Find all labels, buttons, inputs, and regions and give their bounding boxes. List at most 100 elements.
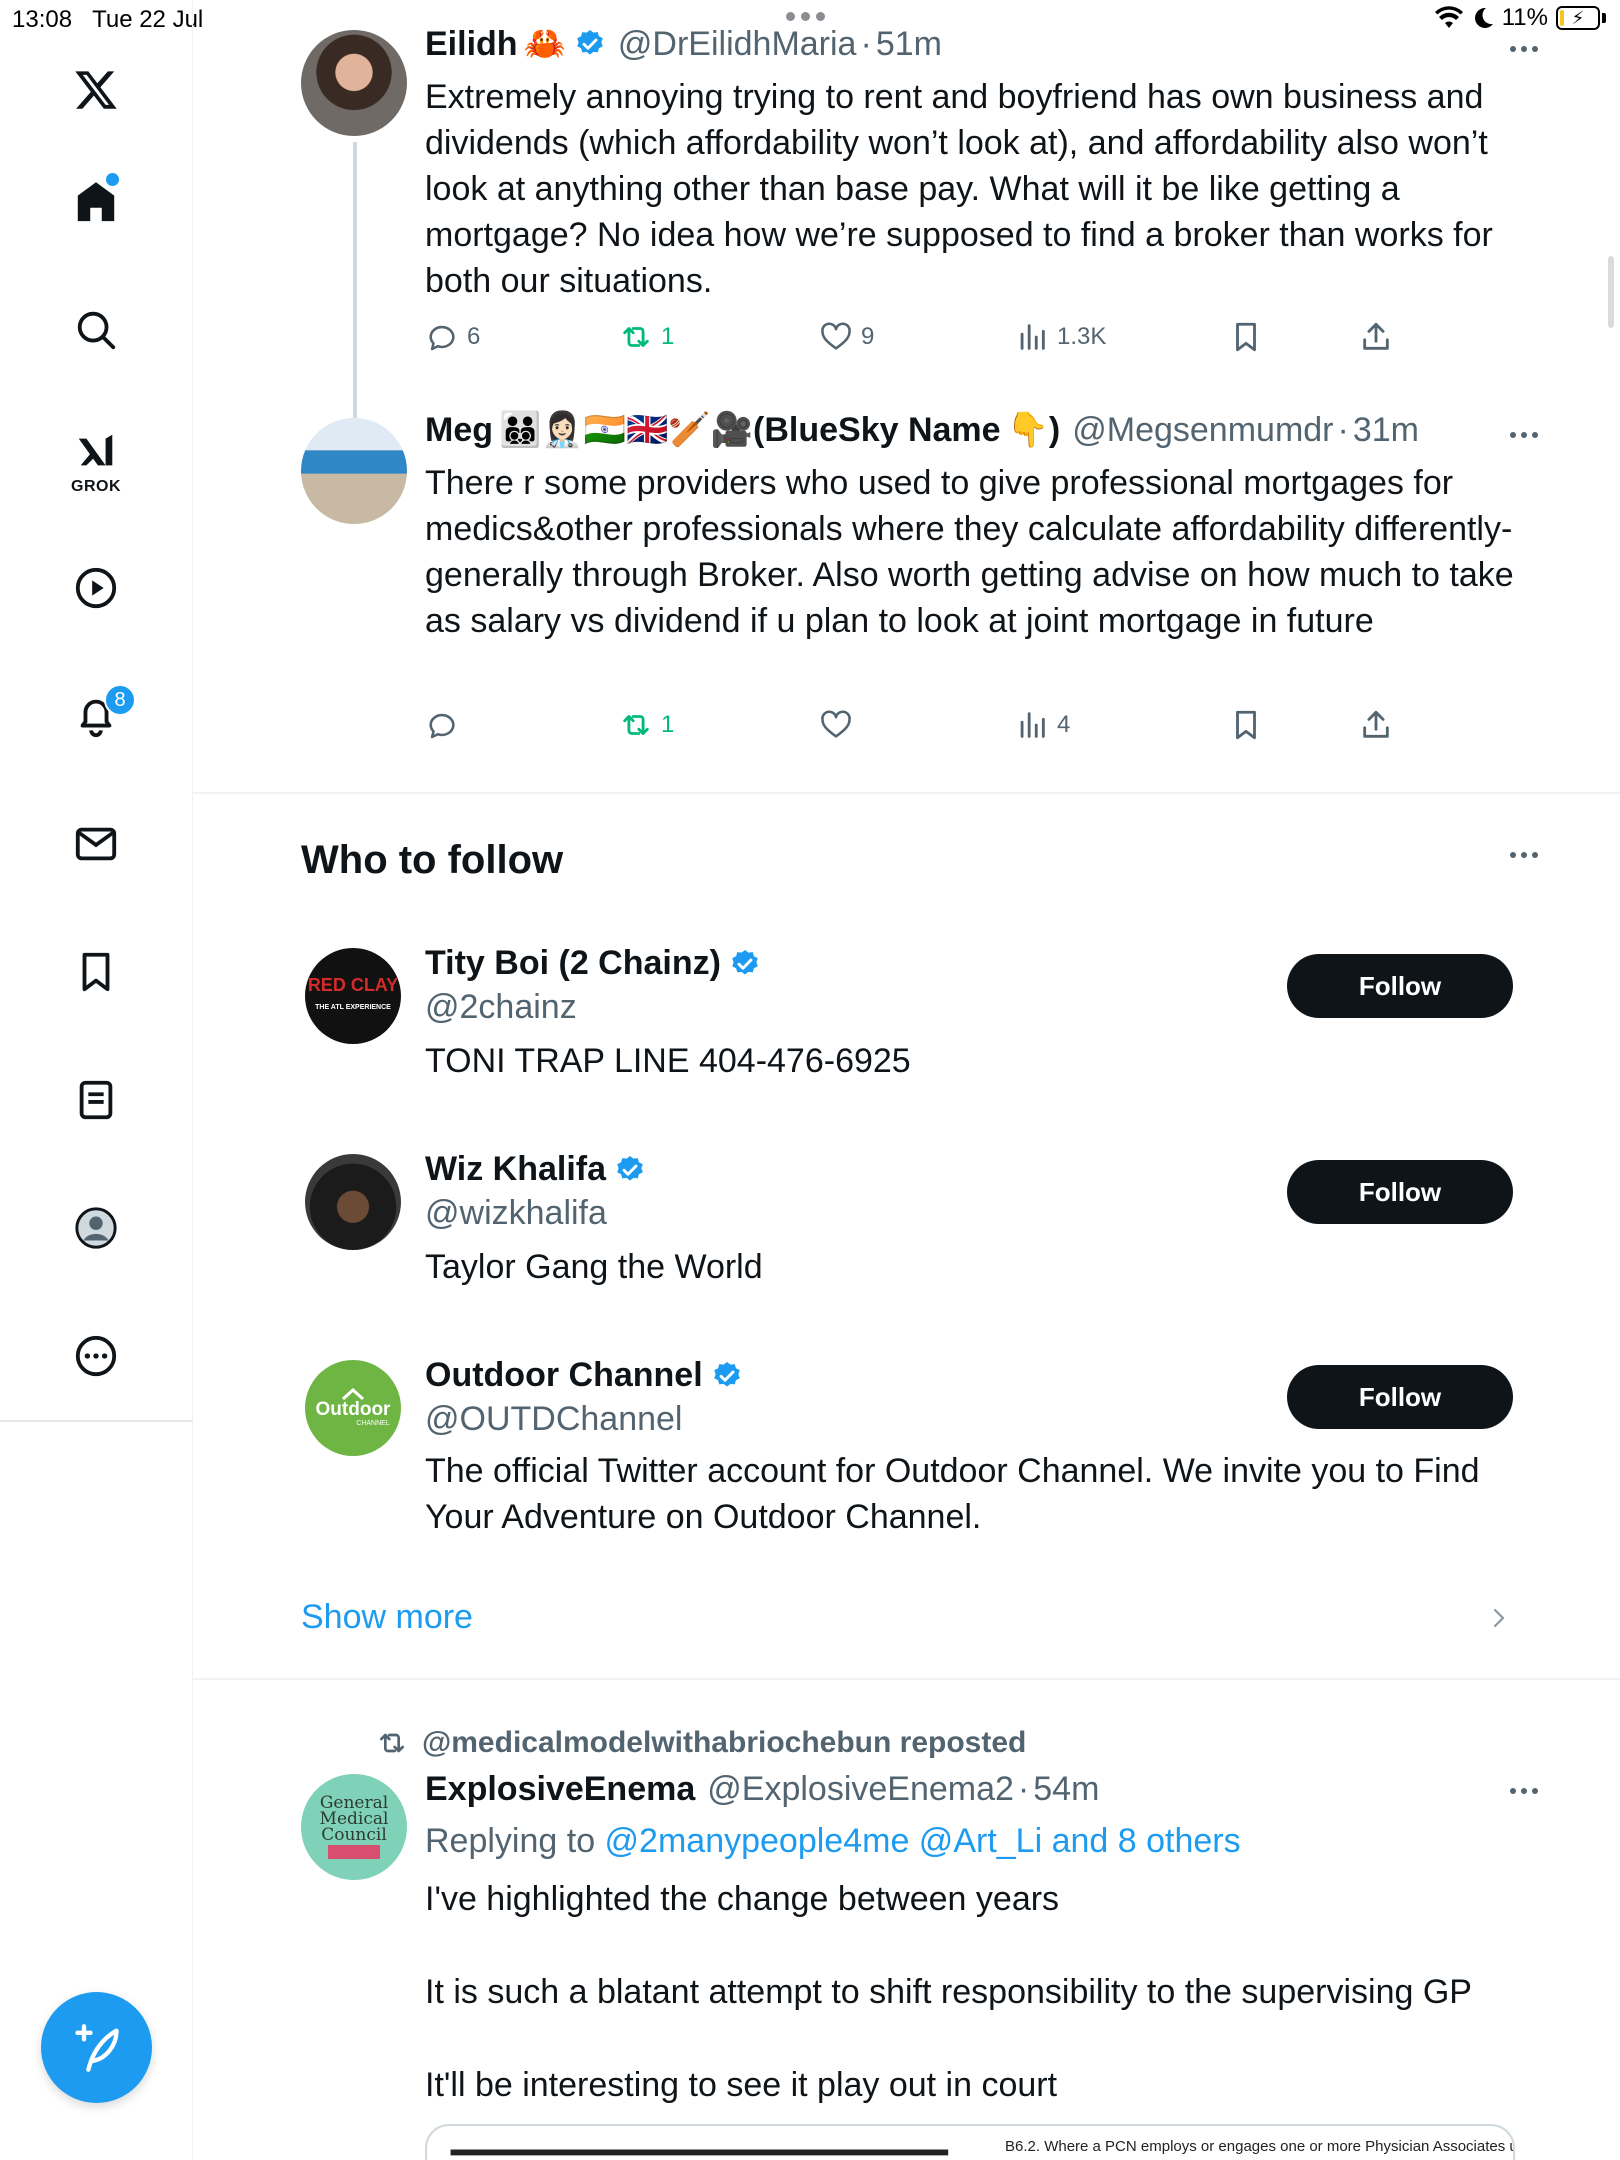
like-button[interactable]: 9 bbox=[819, 320, 874, 354]
lists-icon[interactable] bbox=[68, 1072, 124, 1128]
follow-button[interactable]: Follow bbox=[1287, 1160, 1513, 1224]
repost-button[interactable]: 1 bbox=[619, 320, 674, 354]
who-to-follow-more-icon[interactable] bbox=[1510, 852, 1538, 858]
post-time[interactable]: 54m bbox=[1033, 1770, 1099, 1809]
follow-bio: TONI TRAP LINE 404-476-6925 bbox=[425, 1042, 911, 1080]
reply-count: 6 bbox=[467, 323, 481, 350]
post-paragraph: It'll be interesting to see it play out … bbox=[425, 2066, 1058, 2104]
profile-avatar-icon[interactable] bbox=[68, 1200, 124, 1256]
follow-name-text[interactable]: Wiz Khalifa bbox=[425, 1150, 606, 1189]
chevron-right-icon[interactable] bbox=[1489, 1604, 1509, 1632]
post-header: ExplosiveEnema @ExplosiveEnema2 · 54m bbox=[425, 1770, 1100, 1809]
post-time[interactable]: 31m bbox=[1353, 411, 1419, 450]
post-time[interactable]: 51m bbox=[876, 25, 942, 64]
reposter-text[interactable]: @medicalmodelwithabriochebun reposted bbox=[422, 1726, 1026, 1760]
post-more-icon[interactable] bbox=[1510, 432, 1538, 438]
avatar-stamp bbox=[328, 1845, 380, 1859]
embed-cut-text: ▔▔▔▔▔▔▔▔▔▔▔▔▔▔▔▔▔ bbox=[451, 2150, 948, 2160]
follow-name: Tity Boi (2 Chainz) bbox=[425, 944, 761, 983]
embed-text: B6.2. Where a PCN employs or engages one… bbox=[1005, 2138, 1515, 2155]
avatar-outdoor-text: Outdoor bbox=[315, 1399, 391, 1420]
notifications-badge: 8 bbox=[104, 684, 136, 716]
home-unread-dot bbox=[106, 173, 119, 186]
follow-name-text[interactable]: Tity Boi (2 Chainz) bbox=[425, 944, 721, 983]
post-header: Meg 🧑‍🧑‍🧒‍🧒👩🏻‍⚕️🇮🇳🇬🇧🏏🎥 (BlueSky Name 👇 )… bbox=[425, 410, 1419, 450]
follow-button[interactable]: Follow bbox=[1287, 1365, 1513, 1429]
author-handle[interactable]: @ExplosiveEnema2 bbox=[707, 1770, 1014, 1809]
author-name-end: ) bbox=[1048, 410, 1061, 449]
post-paragraph: I've highlighted the change between year… bbox=[425, 1880, 1060, 1918]
follow-handle[interactable]: @OUTDChannel bbox=[425, 1400, 683, 1439]
post-actions: 6 1 9 1.3K bbox=[425, 320, 1425, 360]
share-button[interactable] bbox=[1359, 708, 1393, 742]
repost-icon bbox=[380, 1733, 404, 1753]
like-button[interactable] bbox=[819, 708, 861, 742]
share-icon bbox=[1363, 710, 1389, 738]
attached-image[interactable]: ▔▔▔▔▔▔▔▔▔▔▔▔▔▔▔▔▔ B6.2. Where a PCN empl… bbox=[425, 2124, 1515, 2160]
views-count: 4 bbox=[1057, 711, 1071, 738]
who-to-follow-title: Who to follow bbox=[301, 838, 564, 882]
follow-name-text[interactable]: Outdoor Channel bbox=[425, 1356, 703, 1395]
author-handle[interactable]: @Megsenmumdr bbox=[1072, 411, 1333, 450]
repost-button[interactable]: 1 bbox=[619, 708, 674, 742]
show-more-link[interactable]: Show more bbox=[301, 1598, 473, 1637]
x-logo-icon[interactable] bbox=[68, 62, 124, 118]
follow-bio: The official Twitter account for Outdoor… bbox=[425, 1452, 1480, 1536]
avatar-explosiveenema[interactable]: General Medical Council bbox=[301, 1774, 407, 1880]
share-button[interactable] bbox=[1359, 320, 1393, 354]
avatar-wizkhalifa[interactable] bbox=[305, 1154, 401, 1250]
sidebar-nav: GROK 8 bbox=[0, 0, 193, 2160]
repost-icon bbox=[623, 327, 649, 347]
more-options-icon[interactable] bbox=[68, 1328, 124, 1384]
video-icon[interactable] bbox=[68, 560, 124, 616]
share-icon bbox=[1363, 322, 1389, 350]
views-chart-icon bbox=[1020, 712, 1045, 738]
views-count: 1.3K bbox=[1057, 323, 1107, 350]
reply-button[interactable]: 6 bbox=[425, 320, 480, 354]
avatar-2chainz[interactable]: RED CLAY THE ATL EXPERIENCE bbox=[305, 948, 401, 1044]
verified-badge-icon bbox=[732, 949, 758, 975]
name-emojis: 🧑‍🧑‍🧒‍🧒👩🏻‍⚕️🇮🇳🇬🇧🏏🎥 bbox=[499, 410, 754, 450]
post-more-icon[interactable] bbox=[1510, 46, 1538, 52]
post-text: Extremely annoying trying to rent and bo… bbox=[425, 78, 1493, 300]
author-name-suffix: (BlueSky Name bbox=[753, 410, 1001, 449]
avatar-eilidh[interactable] bbox=[301, 30, 407, 136]
follow-name: Wiz Khalifa bbox=[425, 1150, 646, 1189]
author-name[interactable]: Eilidh bbox=[425, 25, 518, 64]
author-name[interactable]: ExplosiveEnema bbox=[425, 1770, 695, 1809]
follow-bio: Taylor Gang the World bbox=[425, 1248, 763, 1286]
messages-envelope-icon[interactable] bbox=[68, 816, 124, 872]
follow-button[interactable]: Follow bbox=[1287, 954, 1513, 1018]
search-icon[interactable] bbox=[68, 302, 124, 358]
section-divider bbox=[193, 1678, 1620, 1680]
reply-icon bbox=[429, 713, 455, 739]
replying-to-line: Replying to @2manypeople4me @Art_Li and … bbox=[425, 1822, 1241, 1861]
author-handle[interactable]: @DrEilidhMaria bbox=[618, 25, 857, 64]
avatar-outdoor-subtext: CHANNEL bbox=[356, 1420, 390, 1427]
bookmark-button[interactable] bbox=[1229, 320, 1263, 354]
scrollbar[interactable] bbox=[1608, 256, 1614, 328]
views-button[interactable]: 4 bbox=[1015, 708, 1070, 742]
follow-handle[interactable]: @wizkhalifa bbox=[425, 1194, 607, 1233]
replying-to-link[interactable]: @2manypeople4me @Art_Li and 8 others bbox=[605, 1822, 1241, 1860]
bookmark-button[interactable] bbox=[1229, 708, 1263, 742]
avatar-meg[interactable] bbox=[301, 418, 407, 524]
avatar-red-clay-subtext: THE ATL EXPERIENCE bbox=[315, 1003, 391, 1011]
grok-icon[interactable] bbox=[68, 424, 124, 480]
compose-post-button[interactable] bbox=[41, 1992, 152, 2103]
bookmarks-icon[interactable] bbox=[68, 944, 124, 1000]
reply-button[interactable] bbox=[425, 708, 467, 742]
post-text: There r some providers who used to give … bbox=[425, 464, 1514, 640]
author-name[interactable]: Meg bbox=[425, 411, 493, 450]
verified-badge-icon bbox=[713, 1361, 740, 1387]
repost-indicator: @medicalmodelwithabriochebun reposted bbox=[376, 1726, 1026, 1760]
views-button[interactable]: 1.3K bbox=[1015, 320, 1106, 354]
replying-to-prefix: Replying to bbox=[425, 1822, 605, 1860]
avatar-outdoor-channel[interactable]: Outdoor CHANNEL bbox=[305, 1360, 401, 1456]
views-chart-icon bbox=[1020, 324, 1045, 350]
post-more-icon[interactable] bbox=[1510, 1788, 1538, 1794]
compose-feather-icon bbox=[74, 2023, 119, 2072]
pointing-down-emoji: 👇 bbox=[1006, 410, 1049, 450]
like-count: 9 bbox=[861, 323, 875, 350]
follow-handle[interactable]: @2chainz bbox=[425, 988, 577, 1027]
